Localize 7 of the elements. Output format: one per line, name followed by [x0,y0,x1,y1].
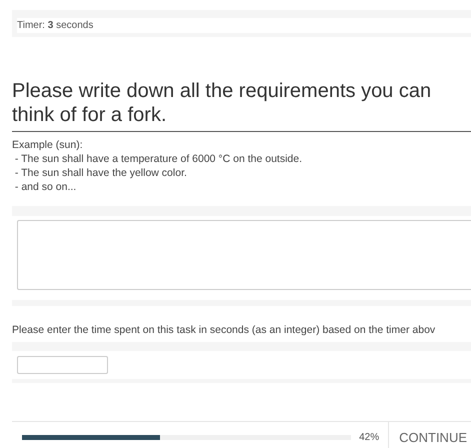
timer-text: Timer: 3 seconds [17,18,471,33]
progress-reading: 42% [359,432,380,442]
time-prompt: Please enter the time spent on this task in seconds (as an integer) based on the timer abov [12,324,436,336]
example-text: Example (sun): - The sun shall have a temperature of 6000 °C on the outside. - The sun shall have the yellow color. - and so on... [12,138,304,194]
question-title: Please write down all the requirements you can think of for a fork. [12,79,471,132]
answer-box[interactable] [17,220,471,290]
time-input-field[interactable] [17,356,108,374]
